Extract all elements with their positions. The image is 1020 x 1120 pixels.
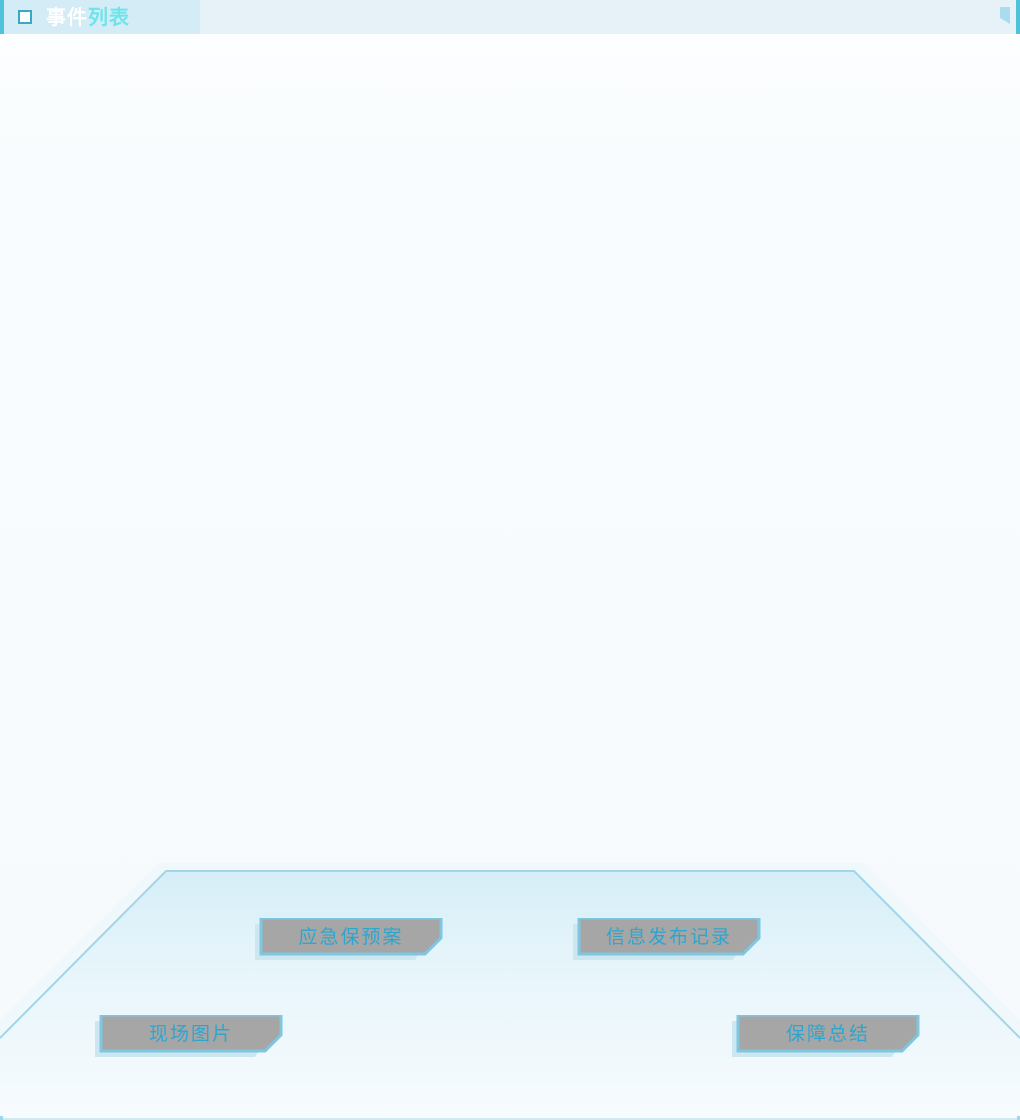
emergency-plan-button[interactable]: 应急保预案 xyxy=(255,918,445,960)
panel-title-part2: 列表 xyxy=(88,5,130,29)
event-list-panel: 事件列表 应急保预案 信息发布记录 现场图片 保障总结 xyxy=(0,0,1020,1120)
bookmark-icon xyxy=(1000,7,1010,24)
panel-title-part1: 事件 xyxy=(46,5,88,29)
header-right-accent xyxy=(1016,0,1020,34)
panel-bottom-border xyxy=(0,1116,1020,1120)
panel-header: 事件列表 xyxy=(0,0,1020,34)
panel-title: 事件列表 xyxy=(46,4,130,30)
site-photos-button[interactable]: 现场图片 xyxy=(95,1015,285,1057)
support-summary-label: 保障总结 xyxy=(785,1023,870,1045)
platform-trapezoid xyxy=(0,863,1020,1120)
info-release-record-button[interactable]: 信息发布记录 xyxy=(573,918,763,960)
action-platform: 应急保预案 信息发布记录 现场图片 保障总结 xyxy=(0,860,1020,1120)
site-photos-label: 现场图片 xyxy=(148,1023,233,1045)
info-release-record-label: 信息发布记录 xyxy=(605,926,732,948)
support-summary-button[interactable]: 保障总结 xyxy=(732,1015,922,1057)
square-outline-icon xyxy=(18,10,32,24)
emergency-plan-label: 应急保预案 xyxy=(298,926,404,948)
